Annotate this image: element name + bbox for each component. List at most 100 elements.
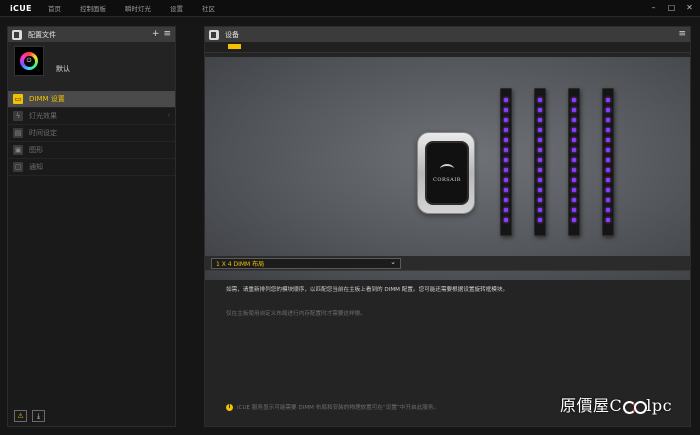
- dimm-led: [538, 98, 542, 102]
- add-profile-icon[interactable]: +: [152, 28, 160, 40]
- lightning-icon: ϟ: [13, 111, 23, 121]
- close-button[interactable]: ✕: [685, 3, 694, 12]
- dimm-layout-select[interactable]: 1 X 4 DIMM 布局 ⌄: [211, 258, 401, 269]
- dimm-led: [538, 178, 542, 182]
- warning-icon[interactable]: ⚠: [14, 410, 27, 422]
- top-nav-bar: iCUE 首页 控制面板 瞬时灯光 设置 社区 – □ ✕: [0, 0, 700, 17]
- dimm-led: [606, 168, 610, 172]
- watermark-suffix: lpc: [646, 396, 673, 415]
- nav-community[interactable]: 社区: [202, 3, 215, 13]
- maximize-button[interactable]: □: [667, 3, 676, 12]
- dimm-led: [538, 198, 542, 202]
- nav-settings[interactable]: 设置: [170, 3, 183, 13]
- dimm-led: [606, 138, 610, 142]
- dimm-icon: ▭: [13, 94, 23, 104]
- dimm-led: [572, 118, 576, 122]
- dimm-module-3[interactable]: [568, 88, 580, 236]
- dimm-led: [538, 188, 542, 192]
- left-footer: ⚠ ⤓: [14, 410, 45, 422]
- layout-select-value: 1 X 4 DIMM 布局: [216, 261, 265, 268]
- chevron-down-icon: ⌄: [390, 258, 396, 266]
- menu-item-label: DIMM 设置: [29, 95, 65, 103]
- dimm-module-4[interactable]: [602, 88, 614, 236]
- dimm-led: [504, 138, 508, 142]
- dimm-led: [572, 108, 576, 112]
- layout-bar: 1 X 4 DIMM 布局 ⌄: [205, 256, 690, 271]
- nav-dashboard[interactable]: 控制面板: [80, 3, 106, 13]
- pump-brand-text: CORSAIR: [433, 176, 461, 183]
- dimm-led: [606, 118, 610, 122]
- device-tab-selected[interactable]: [228, 44, 241, 49]
- power-icon: ⏻: [23, 55, 35, 67]
- dimm-led: [606, 98, 610, 102]
- pump-display: CORSAIR: [425, 141, 469, 205]
- dimm-module-2[interactable]: [534, 88, 546, 236]
- menu-item-label: 灯光效果: [29, 112, 57, 120]
- dimm-led: [572, 188, 576, 192]
- dimm-led: [606, 198, 610, 202]
- dimm-led: [572, 168, 576, 172]
- nav-instant-lighting[interactable]: 瞬时灯光: [125, 3, 151, 13]
- dimm-led: [572, 148, 576, 152]
- dimm-led: [572, 158, 576, 162]
- keyboard-icon: ▤: [13, 128, 23, 138]
- dimm-module-1[interactable]: [500, 88, 512, 236]
- download-icon[interactable]: ⤓: [32, 410, 45, 422]
- menu-item-graph[interactable]: ▣ 图形: [8, 142, 175, 159]
- device-panel: 设备 ≡ CORSAIR 1 X 4 DIMM 布局 ⌄ 如需，请重新排列您的模…: [204, 26, 691, 427]
- graph-icon: ▣: [13, 145, 23, 155]
- menu-item-lighting-effects[interactable]: ϟ 灯光效果 ›: [8, 108, 175, 125]
- info-icon: i: [226, 403, 233, 411]
- watermark-prefix: 原價屋C: [560, 396, 623, 415]
- watermark-oo-icon: [622, 400, 648, 414]
- dimm-led: [538, 108, 542, 112]
- dimm-led: [606, 218, 610, 222]
- profile-thumbnail: ⏻: [14, 46, 44, 76]
- corsair-sail-icon: [440, 163, 454, 174]
- dimm-led: [572, 208, 576, 212]
- dimm-led: [504, 188, 508, 192]
- dimm-led: [504, 198, 508, 202]
- rgb-ring-icon: ⏻: [20, 52, 38, 70]
- dimm-led: [572, 178, 576, 182]
- dimm-led: [572, 98, 576, 102]
- device-title: 设备: [225, 30, 239, 39]
- dimm-led: [538, 148, 542, 152]
- notice-text: iCUE 服务显示可能需要 DIMM 布局和安装的物理放置可在“设置”中开启此服…: [237, 405, 440, 411]
- left-panel: 配置文件 + ≡ ⏻ 默认 ▭ DIMM 设置 ϟ 灯光效果 › ▤ 时间设定 …: [7, 26, 176, 427]
- dimm-led: [504, 118, 508, 122]
- dimm-led: [572, 128, 576, 132]
- dimm-led: [606, 148, 610, 152]
- profile-copy-icon: [12, 29, 22, 40]
- profiles-actions: + ≡: [152, 28, 171, 40]
- chevron-right-icon: ›: [167, 112, 170, 119]
- nav-home[interactable]: 首页: [48, 3, 61, 13]
- dimm-led: [606, 158, 610, 162]
- profile-item-default[interactable]: ⏻ 默认: [8, 42, 175, 94]
- minimize-button[interactable]: –: [649, 3, 658, 12]
- dimm-led: [606, 208, 610, 212]
- menu-item-dimm-settings[interactable]: ▭ DIMM 设置: [8, 91, 175, 108]
- dimm-led: [538, 168, 542, 172]
- dimm-led: [538, 208, 542, 212]
- dimm-led: [606, 128, 610, 132]
- menu-item-time-settings[interactable]: ▤ 时间设定: [8, 125, 175, 142]
- dimm-led: [504, 158, 508, 162]
- device-actions: ≡: [678, 28, 686, 40]
- menu-item-notifications[interactable]: ▢ 通知: [8, 159, 175, 176]
- menu-item-label: 时间设定: [29, 129, 57, 137]
- dimm-led: [504, 148, 508, 152]
- dimm-led: [606, 188, 610, 192]
- menu-item-label: 图形: [29, 146, 43, 154]
- dimm-led: [538, 138, 542, 142]
- device-preview-stage: CORSAIR: [205, 57, 690, 280]
- dimm-led: [572, 198, 576, 202]
- profiles-header: 配置文件 + ≡: [8, 27, 175, 42]
- dimm-led: [504, 128, 508, 132]
- dimm-led: [538, 218, 542, 222]
- device-menu-icon[interactable]: ≡: [678, 28, 686, 40]
- profiles-menu-icon[interactable]: ≡: [163, 28, 171, 40]
- dimm-led: [538, 158, 542, 162]
- device-header: 设备 ≡: [205, 27, 690, 42]
- aio-pump-head[interactable]: CORSAIR: [417, 132, 475, 214]
